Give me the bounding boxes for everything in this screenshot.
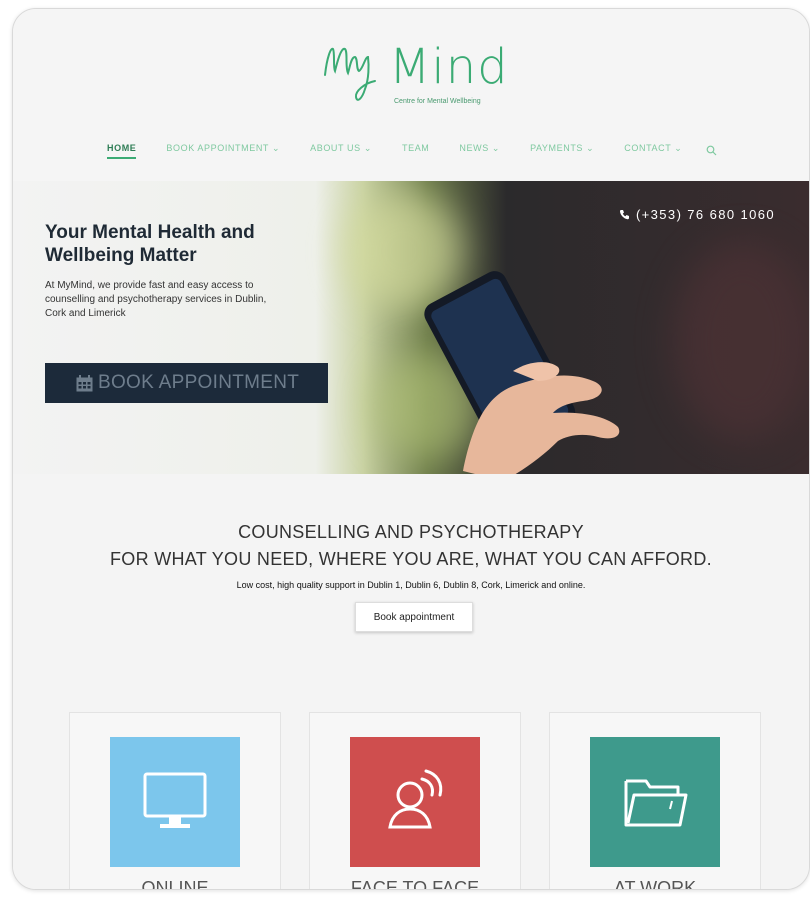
nav-item-about-us[interactable]: ABOUT US ⌄ [310, 143, 372, 154]
book-appointment-label: BOOK APPOINTMENT [98, 372, 300, 393]
nav-item-news[interactable]: NEWS ⌄ [459, 143, 500, 154]
service-card-at-work[interactable]: AT WORK [549, 712, 761, 890]
services-section: COUNSELLING AND PSYCHOTHERAPY FOR WHAT Y… [13, 474, 809, 890]
hero-background-blur [673, 241, 809, 441]
book-appointment-button[interactable]: BOOK APPOINTMENT [45, 363, 328, 403]
site-header: Mind Centre for Mental Wellbeing HOME BO… [13, 9, 809, 181]
logo[interactable]: Mind Centre for Mental Wellbeing [319, 27, 539, 109]
nav-item-book-appointment[interactable]: BOOK APPOINTMENT ⌄ [166, 143, 280, 154]
main-nav: HOME BOOK APPOINTMENT ⌄ ABOUT US ⌄ TEAM … [107, 139, 717, 159]
service-card-face-to-face[interactable]: FACE TO FACE [309, 712, 521, 890]
service-tile [350, 737, 480, 867]
service-card-online[interactable]: ONLINE [69, 712, 281, 890]
phone-icon [619, 210, 629, 220]
service-tile [110, 737, 240, 867]
my-script-logo-mark [324, 47, 376, 101]
section-heading-line1: COUNSELLING AND PSYCHOTHERAPY [238, 522, 584, 542]
book-appointment-secondary-button[interactable]: Book appointment [355, 602, 473, 632]
phone-number-text: (+353) 76 680 1060 [635, 207, 775, 222]
brand-tagline: Centre for Mental Wellbeing [394, 98, 481, 105]
phone-number[interactable]: (+353) 76 680 1060 [619, 207, 775, 222]
section-heading-line2: FOR WHAT YOU NEED, WHERE YOU ARE, WHAT Y… [110, 549, 712, 569]
folder-icon [624, 779, 688, 827]
section-subtext: Low cost, high quality support in Dublin… [236, 580, 586, 590]
search-icon[interactable] [706, 143, 717, 155]
nav-item-contact[interactable]: CONTACT ⌄ [624, 143, 682, 154]
browser-frame: Mind Centre for Mental Wellbeing HOME BO… [12, 8, 810, 890]
service-label: AT WORK [613, 878, 697, 890]
person-speech-icon [388, 769, 443, 829]
service-tile [590, 737, 720, 867]
nav-item-home[interactable]: HOME [107, 143, 137, 159]
nav-item-team[interactable]: TEAM [402, 143, 429, 153]
service-label: FACE TO FACE [350, 878, 480, 890]
calendar-icon [75, 374, 94, 393]
service-label: ONLINE [141, 878, 209, 890]
brand-name: Mind [389, 39, 509, 95]
monitor-icon [143, 772, 207, 828]
phone-in-hand-image [424, 271, 620, 474]
nav-item-payments[interactable]: PAYMENTS ⌄ [530, 143, 594, 154]
hero-description: At MyMind, we provide fast and easy acce… [45, 280, 267, 319]
hero-banner: Your Mental Health and Wellbeing Matter … [13, 181, 809, 474]
hero-title: Your Mental Health and Wellbeing Matter [45, 222, 255, 266]
